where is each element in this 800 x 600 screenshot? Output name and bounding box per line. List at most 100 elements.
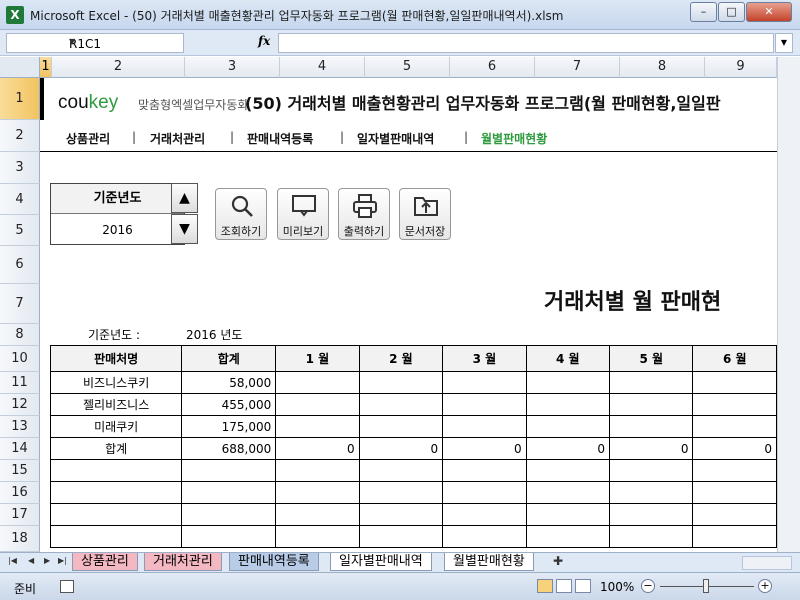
sheet-tab[interactable]: 월별판매현황	[444, 553, 534, 571]
column-header[interactable]: 3	[185, 57, 280, 78]
amount-cell[interactable]	[181, 503, 277, 526]
amount-cell[interactable]	[275, 481, 360, 504]
worksheet-area[interactable]: coukey 맞춤형엑셀업무자동화 (50) 거래처별 매출현황관리 업무자동화…	[40, 78, 777, 552]
insert-sheet-icon[interactable]: ✚	[553, 554, 563, 568]
amount-cell[interactable]	[358, 481, 444, 504]
horizontal-scrollbar[interactable]	[742, 556, 792, 570]
expand-formula-bar-icon[interactable]: ▼	[775, 33, 793, 53]
amount-cell[interactable]	[442, 415, 527, 438]
column-heading[interactable]: 1 월	[275, 345, 360, 372]
seller-name-cell[interactable]	[49, 481, 183, 504]
amount-cell[interactable]	[609, 459, 694, 482]
amount-cell[interactable]	[442, 459, 527, 482]
menu-item-monthly-sales[interactable]: 월별판매현황	[481, 130, 547, 147]
excel-app-icon[interactable]: X	[6, 6, 24, 24]
amount-cell[interactable]	[609, 371, 694, 394]
amount-cell[interactable]	[609, 393, 694, 416]
amount-cell[interactable]	[181, 525, 277, 548]
seller-name-cell[interactable]	[49, 525, 183, 548]
column-heading[interactable]: 6 월	[692, 345, 777, 372]
row-header[interactable]: 7	[0, 284, 40, 324]
amount-cell[interactable]	[358, 459, 444, 482]
sheet-tab[interactable]: 거래처관리	[144, 553, 222, 571]
amount-cell[interactable]	[609, 503, 694, 526]
year-up-button[interactable]: ▲	[171, 183, 198, 213]
column-header[interactable]: 6	[450, 57, 535, 78]
row-header[interactable]: 3	[0, 152, 40, 184]
amount-cell[interactable]: 0	[358, 437, 444, 460]
amount-cell[interactable]	[609, 525, 694, 548]
amount-cell[interactable]	[525, 459, 611, 482]
amount-cell[interactable]: 175,000	[181, 415, 277, 438]
seller-name-cell[interactable]	[49, 503, 183, 526]
page-layout-view-icon[interactable]	[556, 579, 572, 593]
select-all-corner[interactable]	[0, 57, 40, 78]
amount-cell[interactable]	[275, 371, 360, 394]
amount-cell[interactable]	[525, 393, 611, 416]
seller-name-cell[interactable]	[49, 459, 183, 482]
amount-cell[interactable]	[358, 525, 444, 548]
column-heading[interactable]: 판매처명	[49, 345, 183, 372]
amount-cell[interactable]	[525, 525, 611, 548]
amount-cell[interactable]	[609, 481, 694, 504]
zoom-level[interactable]: 100%	[600, 580, 634, 594]
amount-cell[interactable]	[358, 503, 444, 526]
row-header[interactable]: 16	[0, 482, 40, 504]
row-header[interactable]: 1	[0, 78, 40, 120]
minimize-button[interactable]: –	[690, 2, 717, 22]
column-header[interactable]: 7	[535, 57, 620, 78]
search-button[interactable]: 조회하기	[215, 188, 267, 240]
amount-cell[interactable]	[525, 415, 611, 438]
column-heading[interactable]: 2 월	[358, 345, 444, 372]
row-header[interactable]: 14	[0, 438, 40, 460]
first-sheet-icon[interactable]: |◀	[8, 556, 17, 565]
seller-name-cell[interactable]: 비즈니스쿠키	[49, 371, 183, 394]
name-box[interactable]: R1C1 ▼	[6, 33, 184, 53]
vertical-scrollbar[interactable]	[777, 57, 800, 552]
close-button[interactable]: ✕	[746, 2, 792, 22]
save-document-button[interactable]: 문서저장	[399, 188, 451, 240]
amount-cell[interactable]	[358, 415, 444, 438]
prev-sheet-icon[interactable]: ◀	[28, 556, 34, 565]
row-header[interactable]: 18	[0, 526, 40, 552]
column-header[interactable]: 2	[52, 57, 185, 78]
amount-cell[interactable]	[275, 393, 360, 416]
sheet-tab[interactable]: 판매내역등록	[229, 553, 319, 571]
amount-cell[interactable]	[692, 371, 777, 394]
amount-cell[interactable]	[181, 459, 277, 482]
amount-cell[interactable]	[525, 481, 611, 504]
row-header[interactable]: 8	[0, 324, 40, 346]
amount-cell[interactable]	[358, 371, 444, 394]
page-break-view-icon[interactable]	[575, 579, 591, 593]
maximize-button[interactable]: □	[718, 2, 745, 22]
normal-view-icon[interactable]	[537, 579, 553, 593]
amount-cell[interactable]	[525, 371, 611, 394]
column-header[interactable]: 1	[40, 57, 52, 78]
seller-name-cell[interactable]: 미래쿠키	[49, 415, 183, 438]
menu-item-products[interactable]: 상품관리	[66, 130, 110, 147]
amount-cell[interactable]	[442, 503, 527, 526]
amount-cell[interactable]	[525, 503, 611, 526]
amount-cell[interactable]	[358, 393, 444, 416]
column-header[interactable]: 8	[620, 57, 705, 78]
row-header[interactable]: 11	[0, 372, 40, 394]
formula-input[interactable]	[278, 33, 774, 53]
print-button[interactable]: 출력하기	[338, 188, 390, 240]
amount-cell[interactable]	[692, 393, 777, 416]
column-header[interactable]: 4	[280, 57, 365, 78]
amount-cell[interactable]: 0	[275, 437, 360, 460]
row-header[interactable]: 6	[0, 246, 40, 284]
amount-cell[interactable]: 0	[609, 437, 694, 460]
amount-cell[interactable]: 0	[442, 437, 527, 460]
base-year-input[interactable]: 2016	[51, 215, 184, 245]
amount-cell[interactable]: 0	[692, 437, 777, 460]
amount-cell[interactable]	[442, 481, 527, 504]
year-down-button[interactable]: ▼	[171, 214, 198, 244]
amount-cell[interactable]	[692, 525, 777, 548]
amount-cell[interactable]	[181, 481, 277, 504]
row-header[interactable]: 17	[0, 504, 40, 526]
row-header[interactable]: 5	[0, 215, 40, 246]
menu-item-clients[interactable]: 거래처관리	[150, 130, 205, 147]
zoom-out-button[interactable]: −	[641, 579, 655, 593]
column-heading[interactable]: 4 월	[525, 345, 611, 372]
